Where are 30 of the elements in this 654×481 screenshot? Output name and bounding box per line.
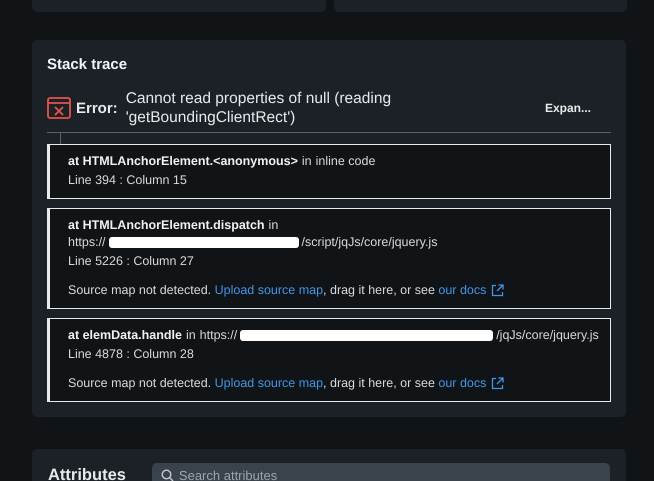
error-message: Cannot read properties of null (reading 'getBoundingClientRect'): [126, 89, 392, 127]
line-column: Line 4878 : Column 28: [68, 346, 600, 363]
panel-title: Attributes: [48, 466, 126, 481]
external-link-icon[interactable]: [491, 377, 504, 390]
file-location: inline code: [316, 153, 376, 170]
docs-link[interactable]: our docs: [438, 376, 486, 390]
upload-link[interactable]: Upload source map: [214, 283, 324, 297]
expand-button[interactable]: Expan...: [544, 99, 591, 117]
function-name: at elemData.handle: [68, 327, 182, 344]
location-prefix: in: [302, 153, 312, 170]
function-name: at HTMLAnchorElement.<anonymous>: [68, 153, 298, 170]
search-field[interactable]: Search attributes: [152, 463, 610, 481]
error-window-icon: [47, 97, 71, 119]
function-name: at HTMLAnchorElement.dispatch: [68, 217, 265, 234]
upload-link[interactable]: Upload source map: [214, 376, 324, 390]
file-location: https://: [200, 327, 238, 344]
line-column: Line 394 : Column 15: [68, 172, 600, 189]
file-location: /script/jqJs/core/jquery.js: [302, 234, 438, 251]
docs-link[interactable]: our docs: [438, 283, 486, 297]
file-location: https://: [68, 234, 106, 251]
external-link-icon[interactable]: [491, 284, 504, 297]
source-map-notice: Source map not detected. Upload source map, drag it here, or see our docs: [68, 375, 486, 392]
location-prefix: in: [186, 327, 196, 344]
error-label: Error:: [76, 100, 118, 116]
source-map-notice: Source map not detected. Upload source map, drag it here, or see our docs: [68, 282, 486, 299]
line-column: Line 5226 : Column 27: [68, 253, 600, 270]
search-icon: [160, 469, 174, 481]
location-prefix: in: [268, 217, 278, 234]
file-location: /jqJs/core/jquery.js: [496, 327, 599, 344]
panel-title: Stack trace: [47, 56, 128, 73]
